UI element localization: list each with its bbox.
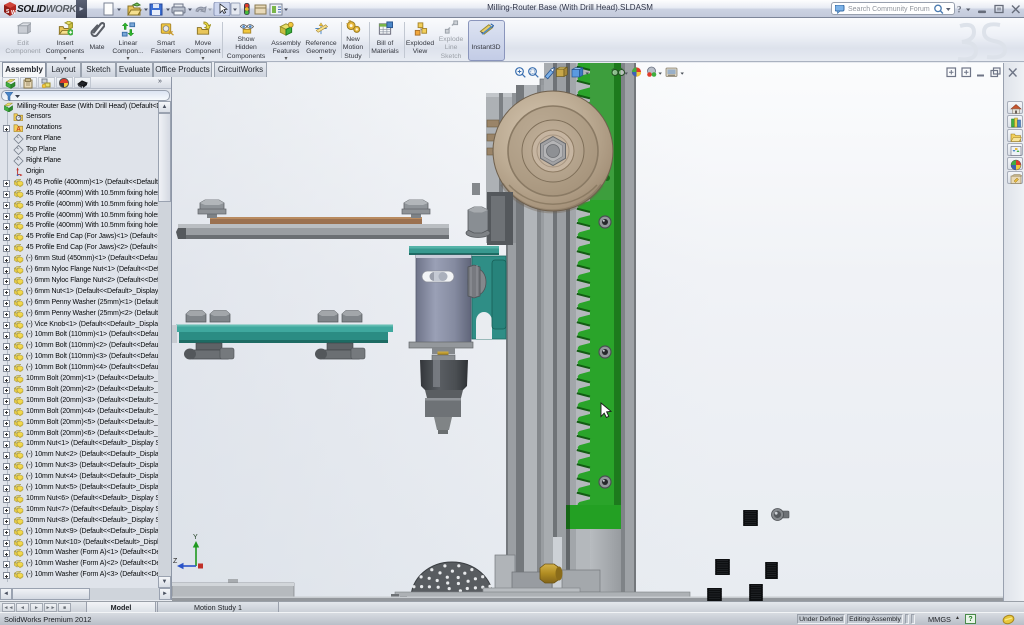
svg-text:?: ? <box>957 5 962 15</box>
svg-text:Z: Z <box>173 558 178 565</box>
svg-text:W: W <box>11 10 16 16</box>
svg-text:A: A <box>16 126 21 133</box>
svg-text:Y: Y <box>193 534 198 541</box>
